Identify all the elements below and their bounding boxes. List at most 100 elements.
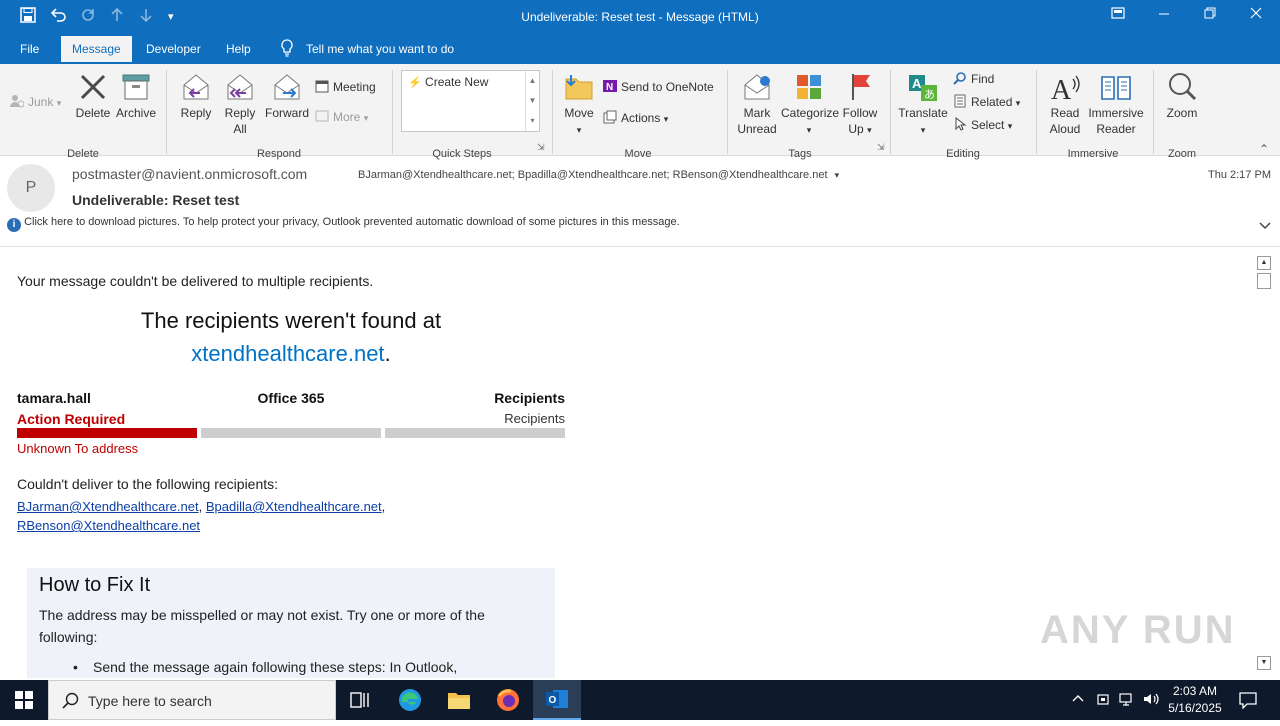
tell-me-search[interactable]: Tell me what you want to do: [306, 42, 454, 56]
ribbon-display-options-icon[interactable]: [1111, 6, 1125, 23]
scroll-up-icon[interactable]: ▲: [1257, 256, 1271, 270]
related-button[interactable]: Related ▾: [953, 94, 1020, 111]
forward-button[interactable]: Forward: [263, 71, 311, 121]
clock[interactable]: 2:03 AM 5/16/2025: [1163, 683, 1227, 717]
tab-help[interactable]: Help: [226, 42, 251, 56]
find-icon: [953, 71, 967, 85]
recipient-link[interactable]: Bpadilla@Xtendhealthcare.net: [206, 499, 382, 514]
quick-steps-launcher-icon[interactable]: ⇲: [537, 142, 545, 153]
server-name: Office 365: [257, 390, 325, 406]
reply-button[interactable]: Reply: [177, 71, 215, 121]
tags-launcher-icon[interactable]: ⇲: [877, 142, 885, 153]
recipients-heading: Recipients: [494, 390, 565, 406]
volume-icon[interactable]: [1143, 691, 1159, 712]
ribbon-tabs: File Message Developer Help Tell me what…: [0, 33, 1280, 64]
minimize-icon[interactable]: [1158, 6, 1170, 23]
zoom-icon: [1166, 71, 1198, 103]
unknown-address: Unknown To address: [17, 441, 139, 456]
headline-domain: xtendhealthcare.net: [191, 341, 385, 366]
firefox-icon[interactable]: [484, 680, 532, 720]
meeting-button[interactable]: Meeting: [315, 79, 376, 95]
tab-message[interactable]: Message: [61, 36, 132, 64]
categorize-button[interactable]: Categorize ▾: [781, 71, 839, 138]
fix-title: How to Fix It: [39, 574, 151, 596]
file-explorer-icon[interactable]: [435, 680, 483, 720]
recipient-link[interactable]: RBenson@Xtendhealthcare.net: [17, 518, 200, 533]
mark-unread-icon: [741, 71, 773, 103]
reply-all-button[interactable]: Reply All: [221, 71, 259, 137]
network-icon[interactable]: [1119, 691, 1135, 712]
recipient-link[interactable]: BJarman@Xtendhealthcare.net: [17, 499, 199, 514]
intro-text: Your message couldn't be delivered to mu…: [17, 273, 374, 289]
fix-bullet: • Send the message again following these…: [73, 659, 458, 675]
translate-icon: Aあ: [907, 71, 939, 103]
sender-address[interactable]: postmaster@navient.onmicrosoft.com: [72, 166, 307, 182]
scrollbar[interactable]: ▲ ▼: [1256, 254, 1274, 670]
svg-text:あ: あ: [924, 88, 935, 101]
immersive-reader-icon: [1100, 71, 1132, 103]
read-aloud-icon: A: [1049, 71, 1081, 106]
windows-start-icon[interactable]: [0, 680, 48, 720]
forward-icon: [271, 71, 303, 103]
junk-icon: [10, 94, 25, 108]
edge-icon[interactable]: [386, 680, 434, 720]
taskbar-search-box[interactable]: Type here to search: [48, 680, 336, 720]
show-hidden-icons[interactable]: [1071, 692, 1085, 707]
download-pictures-infobar[interactable]: i Click here to download pictures. To he…: [7, 216, 680, 232]
send-to-onenote-button[interactable]: N Send to OneNote: [603, 79, 714, 95]
close-icon[interactable]: [1250, 6, 1262, 23]
message-body: Your message couldn't be delivered to mu…: [0, 248, 1256, 678]
svg-text:O: O: [549, 695, 557, 706]
avatar: P: [7, 164, 55, 212]
recipients-line[interactable]: BJarman@Xtendhealthcare.net; Bpadilla@Xt…: [358, 169, 839, 181]
archive-button[interactable]: Archive: [114, 71, 158, 121]
svg-text:A: A: [912, 76, 922, 91]
archive-icon: [120, 71, 152, 103]
tab-developer[interactable]: Developer: [146, 42, 201, 56]
select-button[interactable]: Select ▾: [953, 116, 1012, 134]
tab-file[interactable]: File: [20, 42, 39, 56]
outlook-icon[interactable]: O: [533, 680, 581, 720]
usb-device-icon[interactable]: [1095, 691, 1111, 712]
delete-button[interactable]: Delete: [74, 71, 112, 121]
scroll-down-icon[interactable]: ▼: [1257, 656, 1271, 670]
cursor-icon: [953, 116, 967, 131]
subject: Undeliverable: Reset test: [72, 192, 240, 208]
translate-button[interactable]: Aあ Translate ▾: [897, 71, 949, 138]
lightning-icon: ⚡: [408, 77, 422, 89]
scroll-thumb[interactable]: [1257, 273, 1271, 289]
move-button[interactable]: Move ▾: [560, 71, 598, 138]
progress-segment: [385, 428, 565, 438]
find-button[interactable]: Find: [953, 71, 994, 87]
quick-steps-scroll[interactable]: ▲ ▼ ▾: [525, 71, 539, 131]
notifications-icon[interactable]: [1239, 691, 1257, 714]
sender-name: tamara.hall: [17, 390, 91, 406]
expand-recipients-icon[interactable]: ▾: [835, 170, 840, 180]
collapse-ribbon-icon[interactable]: ⌃: [1259, 142, 1269, 156]
recipient-list: BJarman@Xtendhealthcare.net, Bpadilla@Xt…: [17, 499, 386, 533]
more-icon: [315, 109, 329, 123]
couldnt-deliver-text: Couldn't deliver to the following recipi…: [17, 476, 279, 492]
chevron-down-icon[interactable]: [1259, 220, 1271, 234]
restore-icon[interactable]: [1204, 6, 1216, 23]
zoom-button[interactable]: Zoom: [1162, 71, 1202, 121]
progress-segment-error: [17, 428, 197, 438]
info-icon: i: [7, 218, 21, 232]
actions-button[interactable]: Actions ▾: [603, 110, 668, 127]
lightbulb-icon: [280, 39, 294, 60]
mark-unread-button[interactable]: Mark Unread: [734, 71, 780, 137]
create-new-quick-step[interactable]: ⚡ Create New: [408, 75, 488, 89]
junk-button[interactable]: Junk ▾: [10, 94, 61, 111]
immersive-reader-button[interactable]: Immersive Reader: [1088, 71, 1144, 137]
follow-up-button[interactable]: Follow Up ▾: [840, 71, 880, 138]
svg-text:N: N: [606, 82, 613, 93]
window-title: Undeliverable: Reset test - Message (HTM…: [521, 10, 759, 24]
reply-icon: [180, 71, 212, 103]
read-aloud-button[interactable]: A Read Aloud: [1044, 71, 1086, 137]
more-respond-button[interactable]: More ▾: [315, 109, 368, 126]
headline: The recipients weren't found at xtendhea…: [140, 308, 442, 366]
task-view-icon[interactable]: [336, 680, 384, 720]
quick-steps-gallery[interactable]: ⚡ Create New ▲ ▼ ▾: [401, 70, 540, 132]
flag-icon: [844, 71, 876, 103]
ribbon: Junk ▾ Delete Archive Delete Reply Reply…: [0, 64, 1280, 160]
